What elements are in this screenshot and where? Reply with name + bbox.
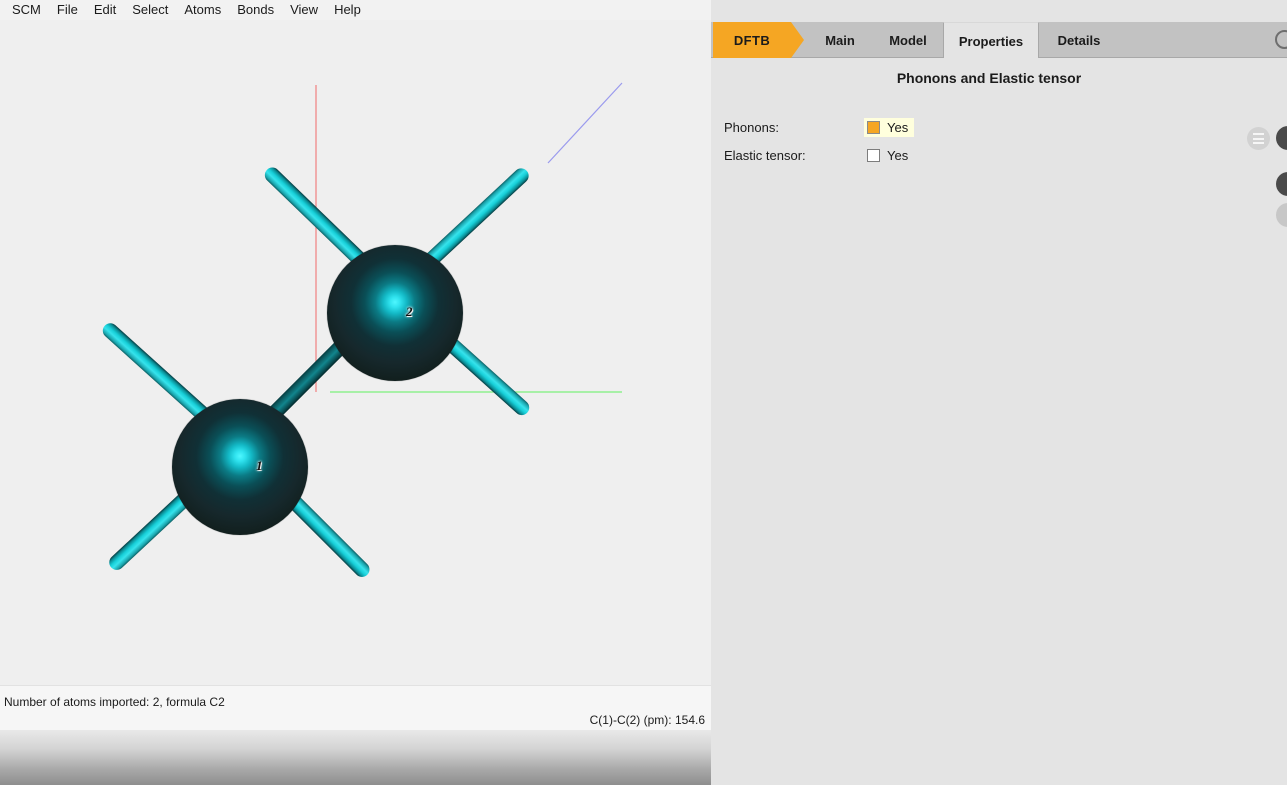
menu-edit[interactable]: Edit bbox=[86, 0, 124, 20]
tab-main[interactable]: Main bbox=[807, 22, 873, 58]
menu-help[interactable]: Help bbox=[326, 0, 369, 20]
menu-view[interactable]: View bbox=[282, 0, 326, 20]
phonons-checkbox-label: Yes bbox=[887, 119, 909, 135]
atom-label-1: 1 bbox=[256, 458, 263, 473]
menu-file[interactable]: File bbox=[49, 0, 86, 20]
panel-tab-strip: DFTB Main Model Properties Details bbox=[711, 22, 1287, 59]
elastic-tensor-checkbox-wrap[interactable]: Yes bbox=[864, 146, 914, 165]
status-bar: Number of atoms imported: 2, formula C2 … bbox=[0, 685, 711, 730]
help-icon[interactable] bbox=[1275, 30, 1287, 49]
elastic-tensor-checkbox-label: Yes bbox=[887, 147, 909, 163]
bottom-toolbar-area: C O N H X ▼ bbox=[0, 730, 711, 785]
atom-label-2: 2 bbox=[406, 304, 413, 319]
menu-bonds[interactable]: Bonds bbox=[229, 0, 282, 20]
hamburger-menu-icon[interactable] bbox=[1247, 127, 1270, 150]
tab-model[interactable]: Model bbox=[873, 22, 943, 58]
rail-button-3[interactable] bbox=[1276, 203, 1287, 227]
tab-model-label: Model bbox=[889, 32, 927, 48]
tab-properties-label: Properties bbox=[958, 33, 1024, 49]
menu-scm[interactable]: SCM bbox=[4, 0, 49, 20]
menu-bar: SCM File Edit Select Atoms Bonds View He… bbox=[0, 0, 711, 20]
hamburger-line bbox=[1253, 137, 1264, 140]
elastic-tensor-label: Elastic tensor: bbox=[724, 147, 806, 163]
z-axis-line bbox=[547, 82, 623, 164]
tab-details[interactable]: Details bbox=[1040, 22, 1118, 58]
phonons-row: Phonons: Yes bbox=[724, 116, 915, 138]
rail-button-2[interactable] bbox=[1276, 172, 1287, 196]
properties-tab-content: Phonons and Elastic tensor Phonons: Yes … bbox=[711, 58, 1287, 785]
atom-sphere-2[interactable] bbox=[327, 245, 463, 381]
panel-title: Phonons and Elastic tensor bbox=[896, 70, 1082, 86]
elastic-tensor-checkbox[interactable] bbox=[867, 148, 880, 162]
elastic-tensor-row: Elastic tensor: Yes bbox=[724, 144, 914, 166]
rail-button-1[interactable] bbox=[1276, 126, 1287, 150]
menu-select[interactable]: Select bbox=[124, 0, 176, 20]
status-bond-length: C(1)-C(2) (pm): 154.6 bbox=[589, 713, 705, 727]
menu-atoms[interactable]: Atoms bbox=[176, 0, 229, 20]
tab-main-label: Main bbox=[825, 32, 855, 48]
dftb-settings-panel: DFTB Main Model Properties Details Phono… bbox=[711, 0, 1287, 785]
atom-sphere-1[interactable] bbox=[172, 399, 308, 535]
tab-dftb[interactable]: DFTB bbox=[713, 22, 791, 58]
scm-gui-window: SCM File Edit Select Atoms Bonds View He… bbox=[0, 0, 1287, 785]
tab-details-label: Details bbox=[1057, 32, 1101, 48]
phonons-checkbox[interactable] bbox=[867, 120, 880, 134]
status-atoms-imported: Number of atoms imported: 2, formula C2 bbox=[4, 695, 225, 709]
hamburger-line bbox=[1253, 142, 1264, 144]
hamburger-line bbox=[1253, 133, 1264, 135]
tab-properties[interactable]: Properties bbox=[943, 22, 1039, 59]
tab-dftb-arrow bbox=[791, 22, 804, 58]
molecule-viewport[interactable]: 1 2 bbox=[0, 20, 711, 685]
tab-dftb-label: DFTB bbox=[733, 32, 771, 48]
phonons-checkbox-wrap[interactable]: Yes bbox=[864, 117, 915, 137]
phonons-label: Phonons: bbox=[724, 119, 779, 135]
